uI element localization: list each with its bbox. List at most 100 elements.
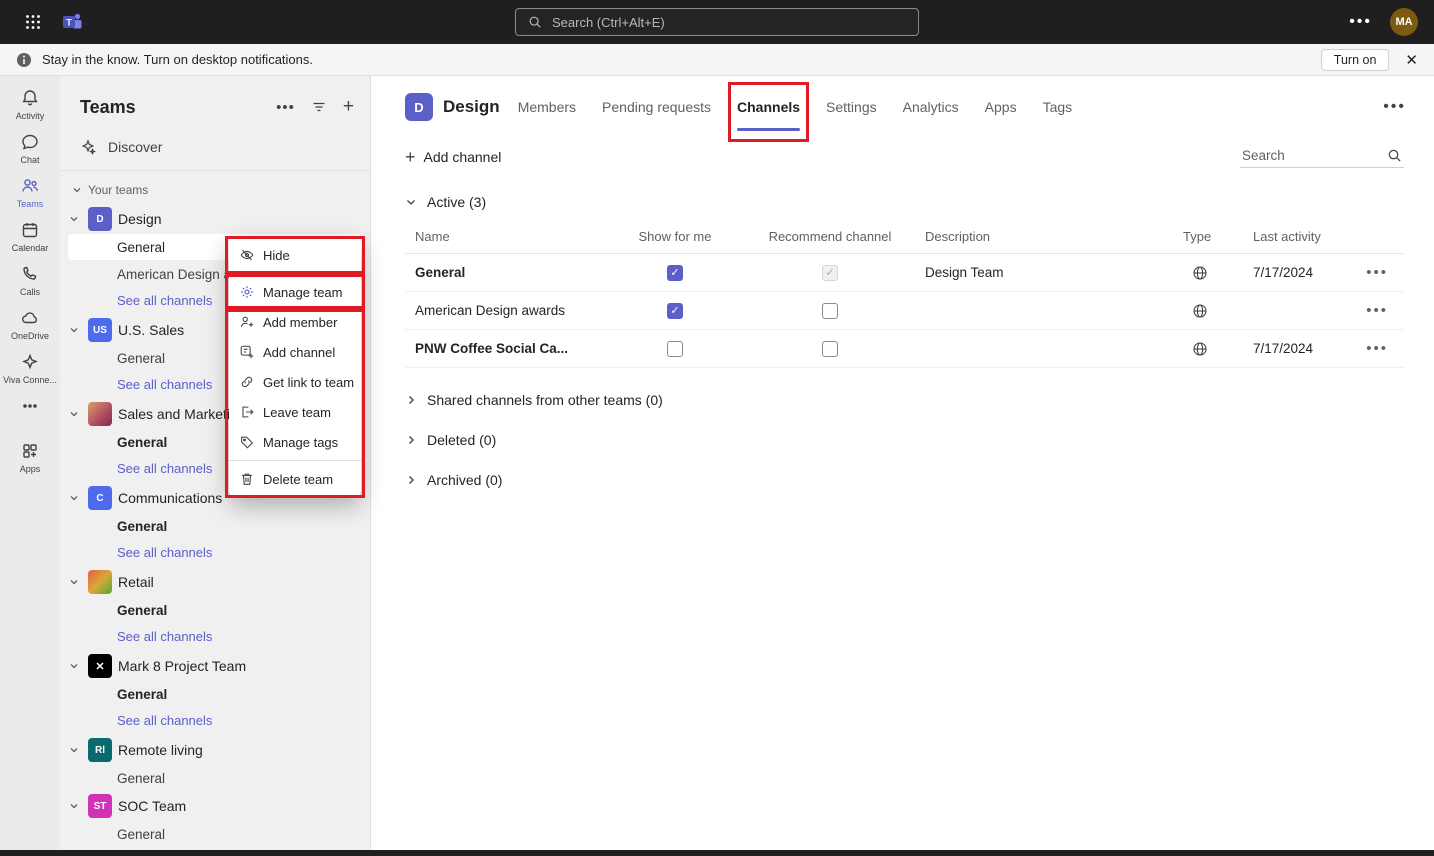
leave-icon [239,404,255,420]
see-all-channels-link[interactable]: See all channels [68,540,362,564]
team-tabs: Members Pending requests Channels Settin… [518,99,1072,115]
close-icon[interactable]: ✕ [1405,51,1418,69]
sidebar-channel[interactable]: General [68,821,362,847]
plus-icon: + [405,147,416,168]
row-options-icon[interactable]: ••• [1345,340,1404,357]
sidebar-channel[interactable]: General [68,513,362,539]
row-options-icon[interactable]: ••• [1345,264,1404,281]
tab-apps[interactable]: Apps [985,99,1017,115]
viva-icon [20,352,40,372]
last-activity: 7/17/2024 [1235,265,1345,280]
search-icon [1387,148,1402,163]
main-content: D Design Members Pending requests Channe… [371,76,1434,850]
profile-avatar[interactable]: MA [1390,8,1418,36]
calendar-icon [20,220,40,240]
sidebar-team-retail[interactable]: Retail [60,568,370,596]
show-for-me-checkbox[interactable]: ✓ [667,265,683,281]
rail-item-chat[interactable]: Chat [2,126,58,170]
chevron-down-icon [68,409,80,419]
rail-item-calendar[interactable]: Calendar [2,214,58,258]
team-name: Mark 8 Project Team [118,658,246,674]
rail-item-apps[interactable]: Apps [2,435,58,479]
col-last-activity: Last activity [1235,229,1345,244]
sidebar-team-soc[interactable]: ST SOC Team [60,792,370,820]
add-channel-button[interactable]: + Add channel [405,147,501,168]
chevron-down-icon [68,214,80,224]
sidebar-team-design[interactable]: D Design [60,205,370,233]
window-bottom-edge [0,850,1434,856]
ellipsis-icon [20,396,40,416]
sidebar-team-remote-living[interactable]: Rl Remote living [60,736,370,764]
turn-on-button[interactable]: Turn on [1321,49,1390,71]
rail-item-teams[interactable]: Teams [2,170,58,214]
chevron-down-icon [72,185,82,195]
channel-add-icon [239,344,255,360]
rail-more-button[interactable] [2,390,58,421]
tab-channels[interactable]: Channels [737,99,800,115]
section-deleted[interactable]: Deleted (0) [371,408,1434,448]
tab-settings[interactable]: Settings [826,99,877,115]
chevron-right-icon [405,474,417,486]
create-team-icon[interactable]: + [343,96,354,118]
chevron-down-icon [405,196,417,208]
menu-item-manage-team[interactable]: Manage team [229,277,361,307]
channel-search-input[interactable]: Search [1240,146,1404,168]
tab-members[interactable]: Members [518,99,576,115]
your-teams-toggle[interactable]: Your teams [60,171,370,205]
menu-item-get-link[interactable]: Get link to team [229,367,361,397]
topbar-more-icon[interactable]: ••• [1349,13,1372,31]
section-archived[interactable]: Archived (0) [371,448,1434,488]
tab-tags[interactable]: Tags [1043,99,1073,115]
recommend-channel-checkbox[interactable] [822,303,838,319]
menu-item-manage-tags[interactable]: Manage tags [229,427,361,457]
col-show-for-me: Show for me [605,229,745,244]
global-search-input[interactable]: Search (Ctrl+Alt+E) [515,8,919,36]
team-avatar [88,570,112,594]
rail-item-calls[interactable]: Calls [2,258,58,302]
filter-icon[interactable] [311,99,327,115]
app-launcher-icon[interactable] [16,5,50,39]
section-shared-channels[interactable]: Shared channels from other teams (0) [371,368,1434,408]
show-for-me-checkbox[interactable] [667,341,683,357]
team-options-icon[interactable]: ••• [1383,98,1406,116]
tag-icon [239,434,255,450]
section-active[interactable]: Active (3) [371,168,1434,210]
team-group-soc: ST SOC Team General [60,792,370,847]
sidebar-channel[interactable]: General [68,765,362,791]
see-all-channels-link[interactable]: See all channels [68,708,362,732]
menu-item-add-channel[interactable]: Add channel [229,337,361,367]
menu-item-delete-team[interactable]: Delete team [229,464,361,494]
sidebar-channel[interactable]: General [68,681,362,707]
sidebar-channel[interactable]: General [68,597,362,623]
app-rail: Activity Chat Teams Calendar Calls OneDr… [0,76,60,850]
rail-item-viva-connections[interactable]: Viva Conne... [2,346,58,390]
person-add-icon [239,314,255,330]
show-for-me-checkbox[interactable]: ✓ [667,303,683,319]
sidebar-team-mark-8[interactable]: Mark 8 Project Team [60,652,370,680]
sidebar-more-icon[interactable]: ••• [276,99,295,116]
divider [229,460,361,461]
banner-message: Stay in the know. Turn on desktop notifi… [42,52,313,67]
menu-item-add-member[interactable]: Add member [229,307,361,337]
tab-pending-requests[interactable]: Pending requests [602,99,711,115]
last-activity: 7/17/2024 [1235,341,1345,356]
channel-name: General [405,265,605,280]
menu-item-leave-team[interactable]: Leave team [229,397,361,427]
link-icon [239,374,255,390]
sidebar-title: Teams [80,97,276,118]
menu-item-hide[interactable]: Hide [229,240,361,270]
tab-analytics[interactable]: Analytics [903,99,959,115]
channel-name: PNW Coffee Social Ca... [405,341,605,356]
discover-icon [80,139,96,155]
see-all-channels-link[interactable]: See all channels [68,624,362,648]
discover-button[interactable]: Discover [68,132,362,162]
recommend-channel-checkbox[interactable] [822,341,838,357]
rail-item-onedrive[interactable]: OneDrive [2,302,58,346]
teams-people-icon [20,176,40,196]
team-group-mark-8: Mark 8 Project Team General See all chan… [60,652,370,732]
table-row-general: General ✓ ✓ Design Team 7/17/2024 ••• [405,254,1404,292]
rail-item-activity[interactable]: Activity [2,82,58,126]
chat-icon [20,132,40,152]
globe-icon [1192,303,1208,319]
row-options-icon[interactable]: ••• [1345,302,1404,319]
